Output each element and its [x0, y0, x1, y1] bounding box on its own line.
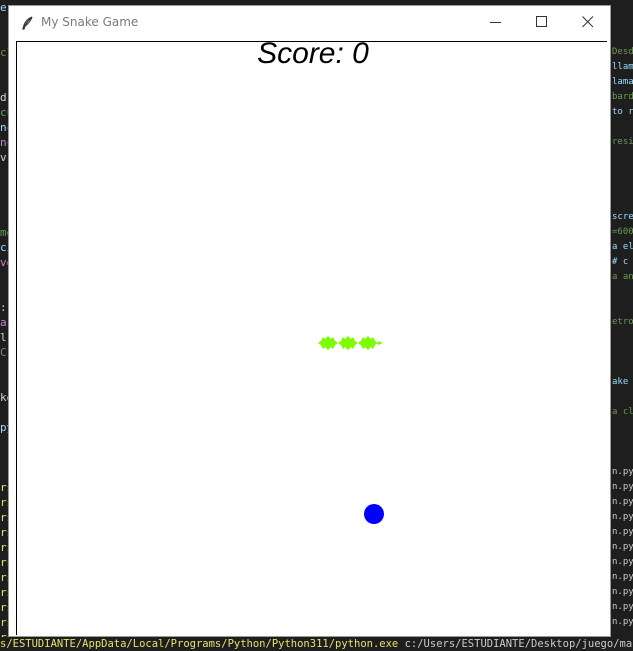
background-code-fragment [612, 420, 633, 435]
snake-body-segment [338, 336, 358, 350]
background-code-fragment: n.py [612, 602, 633, 612]
snake-head [358, 336, 378, 350]
minimize-button[interactable] [473, 6, 519, 39]
background-code-fragment: ake [612, 377, 629, 387]
background-code-fragment: llama [612, 62, 633, 72]
terminal-python-path: s/ESTUDIANTE/AppData/Local/Programs/Pyth… [0, 638, 399, 650]
background-code-fragment [612, 435, 633, 450]
background-code-fragment [612, 390, 633, 405]
background-code-fragment: a cl [612, 407, 633, 417]
background-code-fragment [612, 120, 633, 135]
title-bar[interactable]: My Snake Game [9, 6, 610, 39]
background-code-fragment [612, 30, 633, 45]
snake-head-tip [378, 341, 383, 345]
background-code-fragment: n.py [612, 587, 633, 597]
close-icon [582, 16, 594, 28]
feather-icon [21, 15, 35, 30]
snake-game-window: My Snake Game Score: 0 [8, 5, 611, 637]
background-code-fragment: n.py [612, 557, 633, 567]
background-code-fragment: Desde [612, 47, 633, 57]
game-field [318, 336, 384, 524]
background-code-fragment: # c [612, 257, 629, 267]
terminal-command-line: s/ESTUDIANTE/AppData/Local/Programs/Pyth… [0, 637, 633, 651]
food [364, 504, 384, 524]
background-code-fragment: lama [612, 77, 633, 87]
background-code-fragment: scre [612, 212, 633, 222]
background-code-fragment [612, 330, 633, 345]
background-code-fragment: n.py [612, 512, 633, 522]
background-code-fragment [612, 300, 633, 315]
minimize-icon [490, 22, 501, 23]
snake [318, 336, 383, 350]
close-button[interactable] [565, 6, 611, 39]
background-code-fragment [612, 195, 633, 210]
background-code-fragment: a el [612, 242, 633, 252]
background-code-fragment [612, 345, 633, 360]
maximize-button[interactable] [519, 6, 565, 39]
background-code-fragment: etros [612, 317, 633, 327]
background-code-fragment: bard [612, 92, 633, 102]
background-code-fragment [612, 285, 633, 300]
background-code-fragment: n.py [612, 617, 633, 627]
background-editor-right: Desde llama lama bard to re resia scre =600 a … [612, 0, 633, 651]
maximize-icon [536, 16, 547, 27]
background-code-fragment: n.py [612, 527, 633, 537]
background-code-fragment: n.py [612, 497, 633, 507]
background-code-fragment: n.py [612, 572, 633, 582]
background-code-fragment [612, 165, 633, 180]
background-code-fragment [612, 360, 633, 375]
background-code-fragment: n.py [612, 482, 633, 492]
background-code-fragment: n.py [612, 467, 633, 477]
background-code-fragment [612, 450, 633, 465]
background-code-fragment: resia [612, 137, 633, 147]
background-code-fragment: n.py [612, 542, 633, 552]
terminal-script-path: c:/Users/ESTUDIANTE/Desktop/juego/main.p… [404, 638, 633, 650]
background-code-fragment: a ani [612, 272, 633, 282]
snake-body-segment [318, 336, 338, 350]
background-code-fragment [612, 0, 633, 15]
background-code-fragment: =600 [612, 227, 633, 237]
window-title: My Snake Game [41, 15, 139, 29]
background-code-fragment [612, 180, 633, 195]
background-code-fragment: to re [612, 107, 633, 117]
background-code-fragment [612, 15, 633, 30]
background-code-fragment [612, 150, 633, 165]
game-canvas[interactable]: Score: 0 [16, 41, 607, 635]
